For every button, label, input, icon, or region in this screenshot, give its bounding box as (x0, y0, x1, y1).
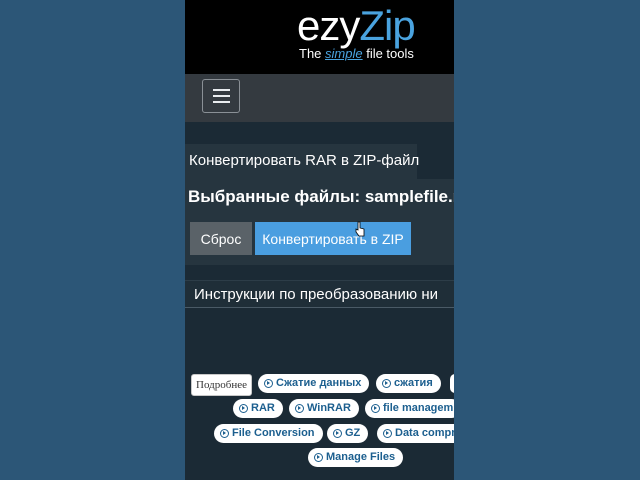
play-circle-icon (264, 379, 273, 388)
tagline-highlight: simple (325, 46, 363, 61)
menu-bar-top (213, 89, 230, 91)
tag-label: GZ (345, 427, 361, 439)
hamburger-menu-icon[interactable] (202, 79, 240, 113)
tag-label: File Conversion (232, 427, 315, 439)
play-circle-icon (371, 404, 380, 413)
tagline: The simple file tools (299, 46, 414, 61)
tag-label: file managem (383, 402, 454, 414)
play-circle-icon (383, 429, 392, 438)
tag-chip[interactable]: сжатия (376, 374, 441, 393)
tag-chip[interactable]: GZ (327, 424, 369, 443)
logo[interactable]: ezyZip (297, 2, 416, 50)
details-label[interactable]: Подробнее (191, 374, 252, 396)
tag-label: сжатия (394, 377, 433, 389)
menu-bar-middle (213, 95, 230, 97)
play-circle-icon (382, 379, 391, 388)
hand-cursor-icon (355, 221, 365, 237)
play-circle-icon (333, 429, 342, 438)
navbar (185, 74, 454, 122)
reset-button[interactable]: Сброс (190, 222, 252, 255)
tag-label: Manage Files (326, 451, 396, 463)
play-circle-icon (295, 404, 304, 413)
tag-chip[interactable]: File Conversion (214, 424, 323, 443)
site-header: ezyZip The simple file tools (185, 0, 454, 74)
play-circle-icon (314, 453, 323, 462)
tag-chip[interactable]: RAR (233, 399, 283, 418)
tag-chip[interactable]: file managem (365, 399, 454, 418)
play-circle-icon (239, 404, 248, 413)
tag-chip[interactable]: WinRAR (289, 399, 359, 418)
app-viewport: ezyZip The simple file tools Конвертиров… (185, 0, 454, 480)
menu-bar-bottom (213, 101, 230, 103)
tag-chip-cutoff[interactable] (450, 374, 454, 393)
tag-label: WinRAR (307, 402, 351, 414)
logo-text-ezy: ezy (297, 2, 360, 49)
tag-chip[interactable]: Manage Files (308, 448, 404, 467)
tag-label: Сжатие данных (276, 377, 362, 389)
convert-to-zip-button[interactable]: Конвертировать в ZIP (255, 222, 411, 255)
logo-text-zip: Zip (359, 2, 415, 49)
tagline-after: file tools (362, 46, 414, 61)
tag-label: Data compr (395, 427, 454, 439)
tag-label: RAR (251, 402, 275, 414)
instructions-heading[interactable]: Инструкции по преобразованию ни (185, 280, 454, 308)
play-circle-icon (220, 429, 229, 438)
selected-files-label: Выбранные файлы: samplefile.rar (188, 187, 454, 206)
tag-chip[interactable]: Data compr (377, 424, 454, 443)
tag-chip[interactable]: Сжатие данных (258, 374, 370, 393)
tagline-before: The (299, 46, 326, 61)
tab-convert-rar-to-zip[interactable]: Конвертировать RAR в ZIP-файл (185, 144, 419, 179)
